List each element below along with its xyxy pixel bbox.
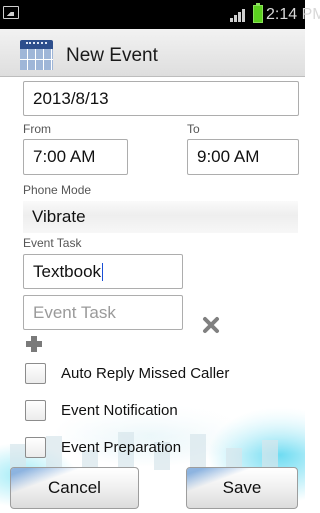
cancel-button[interactable]: Cancel: [10, 467, 139, 509]
auto-reply-checkbox[interactable]: [25, 362, 46, 384]
option-event-notification[interactable]: Event Notification: [25, 398, 178, 422]
phone-mode-value: Vibrate: [32, 207, 86, 226]
phone-mode-label: Phone Mode: [23, 183, 92, 197]
title-bar: New Event: [0, 29, 305, 77]
text-cursor: [102, 262, 104, 281]
to-label: To: [187, 122, 200, 136]
event-notification-checkbox[interactable]: [25, 399, 46, 421]
from-time-field[interactable]: 7:00 AM: [23, 139, 128, 175]
battery-icon: [253, 3, 263, 23]
save-button-label: Save: [222, 478, 262, 497]
event-preparation-checkbox[interactable]: [25, 436, 46, 458]
status-bar: 2:14 PM: [0, 0, 320, 29]
status-time: 2:14 PM: [266, 6, 320, 23]
event-task-label: Event Task: [23, 236, 82, 250]
event-task-input-2[interactable]: Event Task: [23, 295, 183, 330]
plus-icon[interactable]: [25, 335, 43, 353]
x-icon[interactable]: [201, 315, 221, 335]
to-time-field[interactable]: 9:00 AM: [187, 139, 299, 175]
option-event-preparation[interactable]: Event Preparation: [25, 435, 181, 459]
event-task-value: Textbook: [33, 261, 102, 281]
save-button[interactable]: Save: [186, 467, 298, 509]
option-label: Event Preparation: [61, 438, 182, 456]
from-label: From: [23, 122, 51, 136]
option-label: Event Notification: [61, 401, 178, 419]
signal-icon: [230, 8, 250, 22]
page-title: New Event: [66, 45, 158, 66]
image-notification-icon: [3, 6, 19, 19]
date-field[interactable]: 2013/8/13: [23, 81, 299, 116]
option-auto-reply[interactable]: Auto Reply Missed Caller: [25, 361, 229, 385]
from-time-value: 7:00 AM: [33, 147, 96, 166]
phone-mode-select[interactable]: Vibrate: [23, 201, 298, 233]
event-task-input-1[interactable]: Textbook: [23, 254, 183, 289]
to-time-value: 9:00 AM: [197, 147, 260, 166]
date-value: 2013/8/13: [33, 88, 109, 108]
cancel-button-label: Cancel: [48, 478, 101, 497]
calendar-icon: [20, 40, 53, 70]
event-task-placeholder: Event Task: [33, 302, 116, 322]
option-label: Auto Reply Missed Caller: [61, 364, 230, 382]
